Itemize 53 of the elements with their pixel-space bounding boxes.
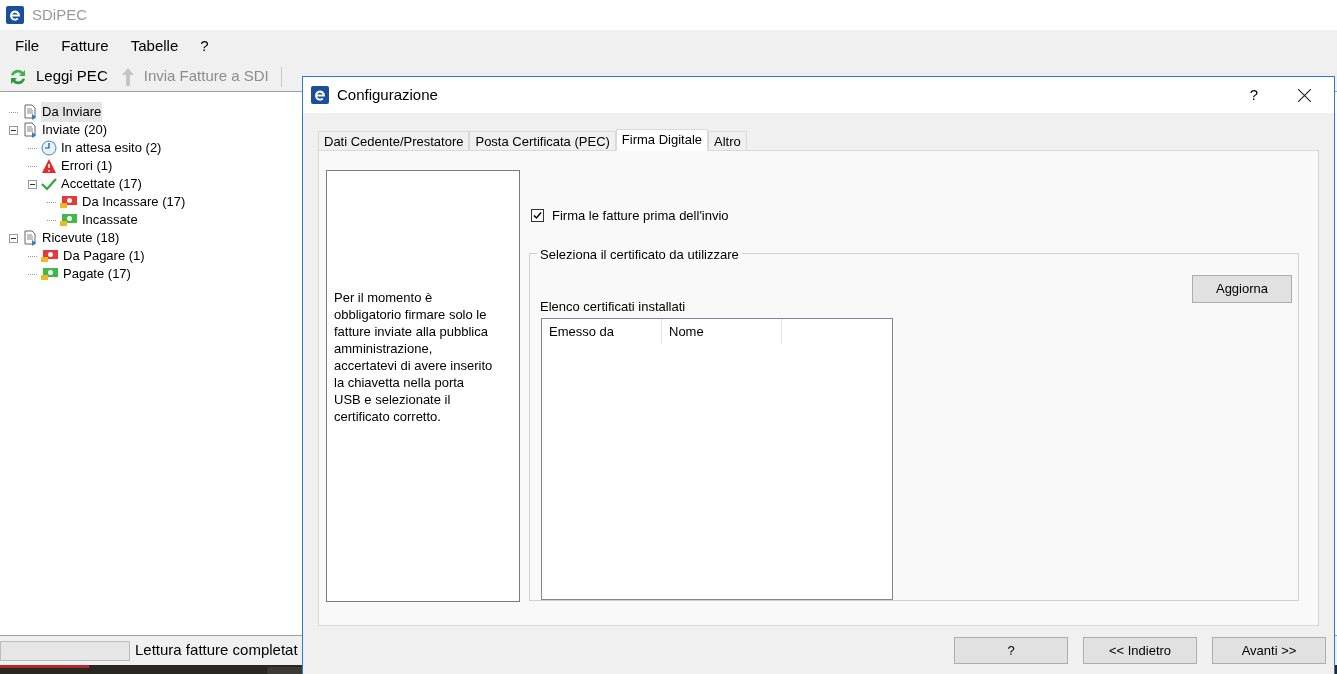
document-icon: [22, 122, 38, 138]
dialog-title: Configurazione: [337, 84, 438, 105]
tree-item[interactable]: Errori (1): [60, 156, 114, 176]
toolbar-button[interactable]: Leggi PEC: [8, 65, 108, 88]
dialog-logo-icon: [311, 86, 329, 104]
menu-item[interactable]: ?: [193, 34, 216, 58]
app-logo-icon: [6, 6, 24, 24]
up-arrow-icon: [119, 66, 136, 87]
menu-item[interactable]: Tabelle: [123, 34, 186, 58]
tree-item[interactable]: Inviate (20): [41, 120, 109, 140]
checkbox-label: Firma le fatture prima dell'invio: [552, 207, 729, 225]
banknote-icon: [41, 249, 59, 263]
tree-item[interactable]: Accettate (17): [60, 174, 143, 194]
checkmark-icon: [41, 176, 57, 192]
status-text: Lettura fatture completat: [135, 640, 298, 661]
tree-item[interactable]: Da Inviare: [41, 102, 103, 122]
tree-item[interactable]: Incassate: [81, 210, 139, 230]
minus-icon: [10, 235, 16, 241]
tab[interactable]: Firma Digitale: [615, 129, 709, 151]
column-header[interactable]: Emesso da: [542, 319, 662, 344]
minus-icon: [29, 181, 35, 187]
banknote-icon: [41, 267, 59, 281]
collapse-toggle[interactable]: [27, 179, 37, 189]
document-icon: [22, 104, 38, 120]
tree-item[interactable]: Da Incassare (17): [81, 192, 187, 212]
help-button[interactable]: ?: [1234, 83, 1274, 107]
info-text: Per il momento è obbligatorio firmare solo le fatture inviate alla pubblica amministrazione, accertatevi di avere inserito la chiavetta nella porta USB e selezionate il certificato corretto.: [334, 289, 494, 425]
checkbox[interactable]: [531, 209, 544, 223]
dialog-button[interactable]: Avanti >>: [1212, 637, 1326, 664]
tree-item[interactable]: Ricevute (18): [41, 228, 121, 248]
warning-icon: [41, 158, 57, 174]
tree-item[interactable]: Da Pagare (1): [62, 246, 146, 266]
clock-icon: [41, 140, 57, 156]
dialog-button[interactable]: << Indietro: [1083, 637, 1197, 664]
tab[interactable]: Posta Certificata (PEC): [469, 131, 616, 151]
column-header[interactable]: Nome: [662, 319, 782, 344]
collapse-toggle[interactable]: [8, 233, 18, 243]
tree-item[interactable]: Pagate (17): [62, 264, 132, 284]
collapse-toggle[interactable]: [8, 125, 18, 135]
tab[interactable]: Altro: [708, 131, 747, 151]
banknote-icon: [60, 213, 78, 227]
menu-item[interactable]: File: [8, 34, 47, 58]
banknote-icon: [60, 195, 78, 209]
tab[interactable]: Dati Cedente/Prestatore: [318, 131, 470, 151]
window-title: SDiPEC: [32, 4, 87, 25]
tree-item[interactable]: In attesa esito (2): [60, 138, 163, 158]
menu-item[interactable]: Fatture: [54, 34, 116, 58]
refresh-button[interactable]: Aggiorna: [1192, 274, 1292, 303]
document-icon: [22, 230, 38, 246]
dialog-button[interactable]: ?: [954, 637, 1068, 664]
list-label: Elenco certificati installati: [540, 297, 687, 316]
close-icon: [1297, 88, 1311, 102]
minus-icon: [10, 127, 16, 133]
